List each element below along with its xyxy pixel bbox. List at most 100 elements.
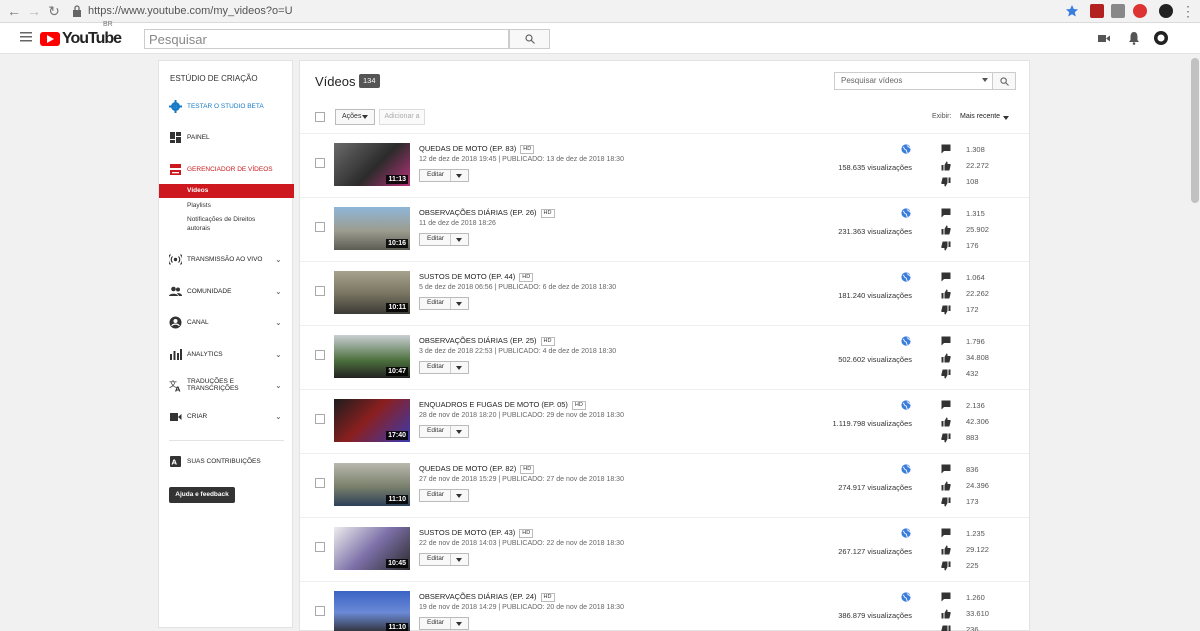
video-row[interactable]: 11:13 QUEDAS DE MOTO (EP. 83) HD 12 de dez …	[300, 134, 1029, 198]
video-thumbnail[interactable]: 11:13	[334, 143, 410, 186]
sidebar-item-create[interactable]: CRIAR ⌄	[159, 407, 292, 425]
sidebar-subitem-videos[interactable]: Vídeos	[159, 184, 294, 198]
video-title[interactable]: ENQUADROS E FUGAS DE MOTO (EP. 05) HD	[419, 400, 586, 410]
search-videos-button[interactable]	[992, 72, 1016, 90]
search-button[interactable]	[509, 29, 550, 49]
add-to-button[interactable]: Adicionar a	[379, 109, 425, 125]
video-title[interactable]: OBSERVAÇÕES DIÁRIAS (EP. 24) HD	[419, 592, 555, 602]
caret-down-icon[interactable]	[456, 494, 462, 498]
caret-down-icon[interactable]	[1003, 116, 1009, 120]
extension-icon[interactable]	[1111, 4, 1125, 18]
extension-badge-icon[interactable]	[1133, 4, 1147, 18]
video-row[interactable]: 17:40 ENQUADROS E FUGAS DE MOTO (EP. 05) H…	[300, 390, 1029, 454]
chevron-down-icon[interactable]: ⌄	[275, 318, 283, 327]
youtube-logo[interactable]: YouTube	[40, 30, 122, 48]
sidebar-item-live[interactable]: TRANSMISSÃO AO VIVO ⌄	[159, 250, 292, 268]
row-checkbox[interactable]	[315, 478, 325, 488]
bell-icon[interactable]	[1127, 31, 1141, 45]
video-row[interactable]: 10:45 SUSTOS DE MOTO (EP. 43) HD 22 de nov …	[300, 518, 1029, 582]
row-checkbox[interactable]	[315, 286, 325, 296]
help-feedback-button[interactable]: Ajuda e feedback	[169, 487, 235, 503]
caret-down-icon[interactable]	[456, 558, 462, 562]
actions-button[interactable]: Ações	[335, 109, 375, 125]
video-row[interactable]: 11:10 OBSERVAÇÕES DIÁRIAS (EP. 24) HD 19 de…	[300, 582, 1029, 631]
sidebar-item-translations[interactable]: 文A TRADUÇÕES E TRANSCRIÇÕES ⌄	[159, 376, 292, 394]
video-title[interactable]: SUSTOS DE MOTO (EP. 44) HD	[419, 272, 534, 282]
row-checkbox[interactable]	[315, 158, 325, 168]
browser-menu-icon[interactable]: ⋮	[1180, 3, 1196, 19]
chevron-down-icon[interactable]: ⌄	[275, 412, 283, 421]
sidebar-item-community[interactable]: COMUNIDADE ⌄	[159, 282, 292, 300]
edit-button[interactable]: Editar	[419, 297, 469, 310]
search-videos-input[interactable]: Pesquisar vídeos	[834, 72, 996, 90]
sidebar-item-label: ANALYTICS	[187, 350, 223, 358]
edit-button[interactable]: Editar	[419, 169, 469, 182]
sidebar-item-channel[interactable]: CANAL ⌄	[159, 313, 292, 331]
forward-arrow-icon[interactable]: →	[26, 3, 42, 19]
sidebar-item-contributions[interactable]: A SUAS CONTRIBUIÇÕES	[159, 452, 292, 470]
sidebar-item-painel[interactable]: PAINEL	[159, 128, 292, 146]
search-input[interactable]: Pesquisar	[144, 29, 509, 49]
reload-icon[interactable]: ↻	[46, 3, 62, 19]
caret-down-icon[interactable]	[456, 238, 462, 242]
chevron-down-icon[interactable]: ⌄	[275, 350, 283, 359]
edit-button[interactable]: Editar	[419, 233, 469, 246]
scrollbar-thumb[interactable]	[1191, 58, 1199, 203]
select-all-checkbox[interactable]	[315, 112, 325, 122]
comment-count: 1.235	[966, 529, 985, 538]
video-title[interactable]: OBSERVAÇÕES DIÁRIAS (EP. 25) HD	[419, 336, 555, 346]
profile-icon[interactable]	[1159, 4, 1173, 18]
sort-select[interactable]: Mais recente	[960, 113, 1000, 120]
chevron-down-icon[interactable]: ⌄	[275, 255, 283, 264]
back-arrow-icon[interactable]: ←	[6, 3, 22, 19]
menu-icon[interactable]	[20, 32, 32, 42]
video-row[interactable]: 10:11 SUSTOS DE MOTO (EP. 44) HD 5 de dez d…	[300, 262, 1029, 326]
edit-button[interactable]: Editar	[419, 489, 469, 502]
caret-down-icon[interactable]	[456, 174, 462, 178]
video-title[interactable]: OBSERVAÇÕES DIÁRIAS (EP. 26) HD	[419, 208, 555, 218]
row-checkbox[interactable]	[315, 542, 325, 552]
chevron-down-icon[interactable]: ⌄	[275, 381, 283, 390]
row-checkbox[interactable]	[315, 222, 325, 232]
video-thumbnail[interactable]: 11:10	[334, 463, 410, 506]
video-thumbnail[interactable]: 10:45	[334, 527, 410, 570]
video-thumbnail[interactable]: 17:40	[334, 399, 410, 442]
video-title[interactable]: QUEDAS DE MOTO (EP. 83) HD	[419, 144, 535, 154]
thumb-up-icon	[941, 161, 951, 171]
video-thumbnail[interactable]: 10:11	[334, 271, 410, 314]
video-thumbnail[interactable]: 11:10	[334, 591, 410, 631]
edit-button[interactable]: Editar	[419, 425, 469, 438]
pdf-extension-icon[interactable]	[1090, 4, 1104, 18]
video-title[interactable]: QUEDAS DE MOTO (EP. 82) HD	[419, 464, 535, 474]
video-thumbnail[interactable]: 10:16	[334, 207, 410, 250]
caret-down-icon[interactable]	[982, 78, 988, 82]
row-checkbox[interactable]	[315, 350, 325, 360]
edit-button[interactable]: Editar	[419, 361, 469, 374]
video-row[interactable]: 10:47 OBSERVAÇÕES DIÁRIAS (EP. 25) HD 3 de …	[300, 326, 1029, 390]
row-checkbox[interactable]	[315, 414, 325, 424]
row-checkbox[interactable]	[315, 606, 325, 616]
sidebar-item-video-manager[interactable]: GERENCIADOR DE VÍDEOS	[159, 160, 292, 178]
sidebar-item-label: PAINEL	[187, 133, 210, 141]
video-row[interactable]: 10:16 OBSERVAÇÕES DIÁRIAS (EP. 26) HD 11 de…	[300, 198, 1029, 262]
sidebar-item-studio-beta[interactable]: TESTAR O STUDIO BETA	[159, 97, 292, 115]
sidebar-subitem-rights[interactable]: Notificações de Direitos autorais	[159, 215, 279, 233]
sidebar-subitem-playlists[interactable]: Playlists	[159, 202, 294, 209]
video-camera-icon[interactable]	[1097, 31, 1111, 45]
video-title[interactable]: SUSTOS DE MOTO (EP. 43) HD	[419, 528, 534, 538]
video-row[interactable]: 11:10 QUEDAS DE MOTO (EP. 82) HD 27 de nov …	[300, 454, 1029, 518]
star-icon[interactable]	[1065, 4, 1079, 18]
video-thumbnail[interactable]: 10:47	[334, 335, 410, 378]
caret-down-icon[interactable]	[456, 302, 462, 306]
view-count: 158.635 visualizações	[838, 163, 912, 172]
edit-button[interactable]: Editar	[419, 553, 469, 566]
caret-down-icon[interactable]	[456, 366, 462, 370]
contributions-icon: A	[170, 455, 181, 467]
edit-button[interactable]: Editar	[419, 617, 469, 630]
avatar[interactable]	[1154, 31, 1168, 45]
caret-down-icon[interactable]	[456, 622, 462, 626]
caret-down-icon[interactable]	[456, 430, 462, 434]
sidebar-item-analytics[interactable]: ANALYTICS ⌄	[159, 345, 292, 363]
chevron-down-icon[interactable]: ⌄	[275, 287, 283, 296]
url-bar[interactable]: https://www.youtube.com/my_videos?o=U	[88, 5, 293, 17]
